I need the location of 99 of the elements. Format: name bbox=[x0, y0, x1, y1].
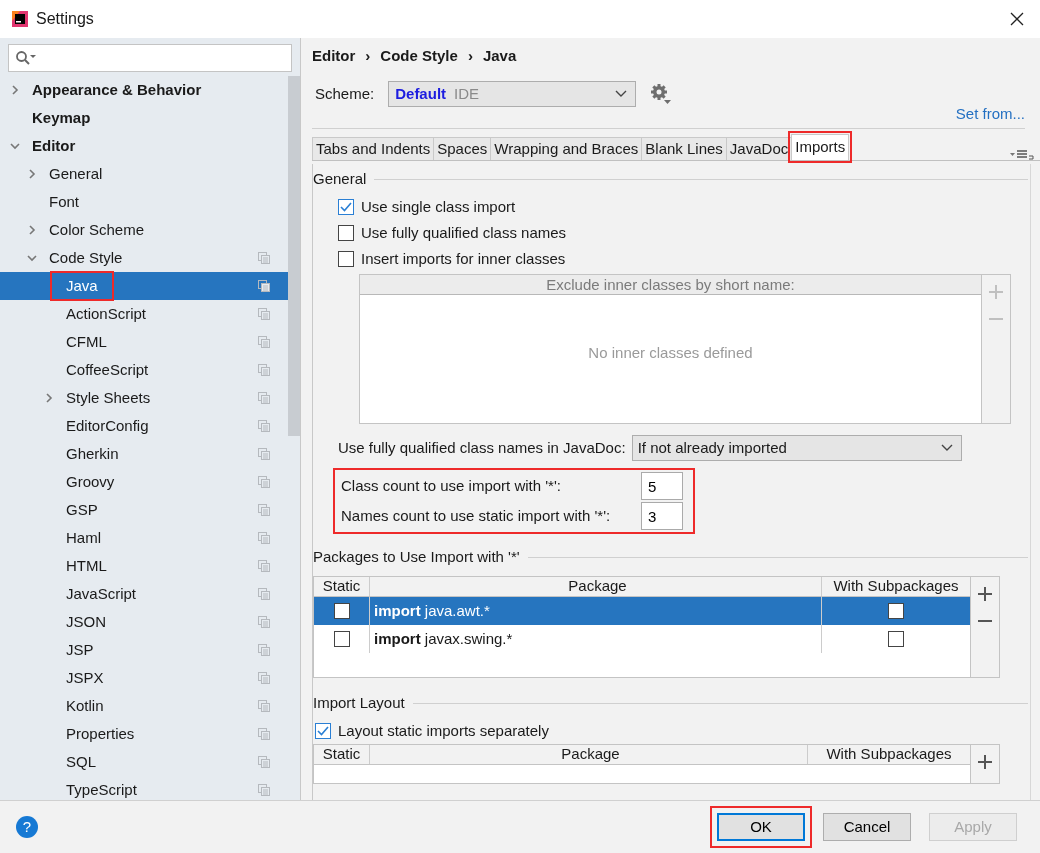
tab[interactable]: JavaDoc bbox=[725, 137, 793, 160]
section-title: Import Layout bbox=[313, 692, 405, 713]
number-field[interactable]: 5 bbox=[641, 472, 683, 500]
checkbox-label: Use single class import bbox=[361, 196, 516, 217]
breadcrumb-item[interactable]: Code Style bbox=[380, 44, 458, 68]
add-icon[interactable] bbox=[978, 755, 992, 769]
gear-icon[interactable] bbox=[650, 83, 673, 105]
checkbox[interactable] bbox=[338, 225, 354, 241]
tree-item[interactable]: Keymap bbox=[0, 104, 288, 132]
tree-item[interactable]: Properties bbox=[0, 720, 288, 748]
tab[interactable]: Wrapping and Braces bbox=[490, 137, 643, 160]
tree-item[interactable]: Color Scheme bbox=[0, 216, 288, 244]
add-icon[interactable] bbox=[978, 587, 992, 601]
tree-label: Appearance & Behavior bbox=[31, 79, 203, 100]
tree-label: Editor bbox=[31, 135, 77, 156]
tab[interactable]: Imports bbox=[791, 134, 850, 160]
window-title: Settings bbox=[36, 9, 94, 29]
tree-item[interactable]: CoffeeScript bbox=[0, 356, 288, 384]
chevron-down-icon bbox=[940, 444, 953, 452]
tree-item[interactable]: HTML bbox=[0, 552, 288, 580]
tree-item[interactable]: Appearance & Behavior bbox=[0, 76, 288, 104]
tree-item[interactable]: TypeScript bbox=[0, 776, 288, 800]
exclude-list[interactable]: Exclude inner classes by short name: No inner classes defined bbox=[360, 275, 982, 423]
tabs-menu-icon[interactable] bbox=[1010, 148, 1034, 160]
section-title: Packages to Use Import with '*' bbox=[313, 546, 520, 567]
tree-item[interactable]: Java bbox=[0, 272, 288, 300]
chevron-right-icon[interactable] bbox=[27, 225, 37, 235]
tree-item[interactable]: Groovy bbox=[0, 468, 288, 496]
breadcrumb-separator: › bbox=[365, 45, 371, 66]
tree-item[interactable]: ActionScript bbox=[0, 300, 288, 328]
scrollbar-thumb[interactable] bbox=[288, 76, 300, 436]
tree-item[interactable]: CFML bbox=[0, 328, 288, 356]
chevron-right-icon[interactable] bbox=[10, 85, 20, 95]
app-logo-icon bbox=[10, 9, 30, 29]
tab[interactable]: Spaces bbox=[433, 137, 492, 160]
javadoc-dropdown[interactable]: If not already imported bbox=[631, 435, 962, 461]
tree-item[interactable]: JSP bbox=[0, 636, 288, 664]
table-row[interactable]: import java.awt.* bbox=[314, 597, 970, 625]
table-row[interactable]: import javax.swing.* bbox=[314, 625, 970, 653]
checkbox[interactable] bbox=[333, 631, 350, 647]
scheme-dropdown[interactable]: Default IDE bbox=[388, 81, 637, 107]
chevron-down-icon[interactable] bbox=[10, 141, 20, 151]
tree-item[interactable]: EditorConfig bbox=[0, 412, 288, 440]
checkbox[interactable] bbox=[888, 603, 904, 619]
tree-item[interactable]: SQL bbox=[0, 748, 288, 776]
chevron-down-icon[interactable] bbox=[27, 253, 37, 263]
search-icon bbox=[15, 50, 37, 66]
tree-label: Keymap bbox=[31, 107, 92, 128]
checkbox[interactable] bbox=[315, 723, 331, 739]
tree-item[interactable]: Font bbox=[0, 188, 288, 216]
tree-item[interactable]: Haml bbox=[0, 524, 288, 552]
section-title: General bbox=[313, 168, 367, 189]
checkbox[interactable] bbox=[333, 603, 350, 619]
checkbox[interactable] bbox=[888, 631, 904, 647]
dialog-button[interactable]: Cancel bbox=[823, 813, 911, 841]
tree-item[interactable]: Editor bbox=[0, 132, 288, 160]
column-header[interactable]: With Subpackages bbox=[833, 577, 959, 598]
tree-item[interactable]: JSPX bbox=[0, 664, 288, 692]
table-cell-text: import javax.swing.* bbox=[374, 628, 513, 649]
set-from-link[interactable]: Set from... bbox=[955, 104, 1025, 124]
chevron-right-icon[interactable] bbox=[44, 393, 54, 403]
empty-message: No inner classes defined bbox=[588, 342, 753, 363]
chevron-right-icon[interactable] bbox=[27, 169, 37, 179]
tree-item[interactable]: JavaScript bbox=[0, 580, 288, 608]
tree-item[interactable]: Kotlin bbox=[0, 692, 288, 720]
table-cell-text: import java.awt.* bbox=[374, 600, 490, 621]
chevron-down-icon bbox=[615, 90, 628, 98]
close-icon[interactable] bbox=[1010, 12, 1024, 26]
tree-item[interactable]: Style Sheets bbox=[0, 384, 288, 412]
tree-item[interactable]: Gherkin bbox=[0, 440, 288, 468]
breadcrumb-item[interactable]: Editor bbox=[312, 44, 356, 68]
column-header[interactable]: Package bbox=[561, 745, 620, 766]
field-label: Names count to use static import with '*': bbox=[341, 505, 612, 526]
breadcrumb-item[interactable]: Java bbox=[482, 44, 517, 68]
scheme-label: Scheme: bbox=[315, 83, 375, 104]
tree-item[interactable]: GSP bbox=[0, 496, 288, 524]
column-header[interactable]: Static bbox=[322, 577, 361, 598]
column-header[interactable]: Package bbox=[568, 577, 627, 598]
javadoc-label: Use fully qualified class names in JavaDoc: bbox=[338, 437, 626, 458]
number-field[interactable]: 3 bbox=[641, 502, 683, 530]
remove-icon[interactable] bbox=[978, 619, 992, 623]
checkbox[interactable] bbox=[338, 199, 354, 215]
tab[interactable]: Blank Lines bbox=[641, 137, 727, 160]
tree-item[interactable]: General bbox=[0, 160, 288, 188]
checkbox-label: Use fully qualified class names bbox=[361, 222, 567, 243]
dialog-button[interactable]: OK bbox=[717, 813, 805, 841]
checkbox[interactable] bbox=[338, 251, 354, 267]
help-icon[interactable]: ? bbox=[16, 816, 38, 838]
tree-item[interactable]: JSON bbox=[0, 608, 288, 636]
checkbox-label: Layout static imports separately bbox=[338, 720, 549, 741]
column-header[interactable]: Static bbox=[322, 745, 361, 766]
column-header[interactable]: With Subpackages bbox=[826, 745, 952, 766]
search-field[interactable] bbox=[8, 44, 292, 72]
breadcrumb-separator: › bbox=[467, 45, 473, 66]
tree-item[interactable]: Code Style bbox=[0, 244, 288, 272]
column-header: Exclude inner classes by short name: bbox=[360, 275, 981, 295]
tab[interactable]: Tabs and Indents bbox=[312, 137, 435, 160]
field-label: Class count to use import with '*': bbox=[341, 475, 562, 496]
checkbox-label: Insert imports for inner classes bbox=[361, 248, 566, 269]
